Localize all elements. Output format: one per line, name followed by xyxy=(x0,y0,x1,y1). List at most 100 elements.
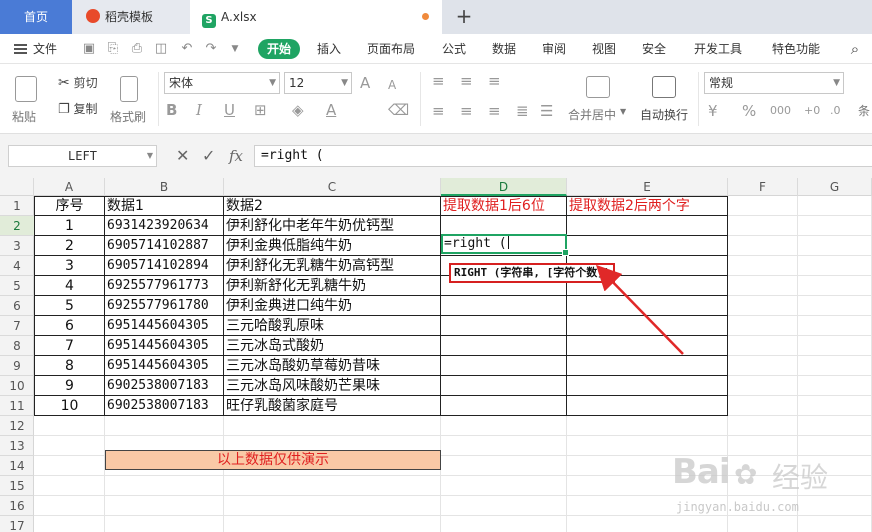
menu-formulas[interactable]: 公式 xyxy=(442,34,466,64)
decrease-decimal-icon[interactable]: .0 xyxy=(830,102,841,120)
cut-button[interactable]: ✂ 剪切 xyxy=(58,74,98,91)
cell-area[interactable]: 序号 数据1 数据2 提取数据1后6位 提取数据2后两个字 1 693142392… xyxy=(34,196,872,532)
menu-data[interactable]: 数据 xyxy=(492,34,516,64)
cell-code[interactable]: 6905714102887 xyxy=(105,236,224,256)
cell-name[interactable]: 伊利金典低脂纯牛奶 xyxy=(224,236,441,256)
cell-seq[interactable]: 5 xyxy=(34,296,105,316)
cell-seq[interactable]: 6 xyxy=(34,316,105,336)
row-header-14[interactable]: 14 xyxy=(0,456,34,476)
align-middle-icon[interactable]: ≡ xyxy=(460,72,473,90)
row-header-17[interactable]: 17 xyxy=(0,516,34,532)
clear-format-icon[interactable]: ⌫ xyxy=(388,101,409,119)
row-header-8[interactable]: 8 xyxy=(0,336,34,356)
font-color-button[interactable]: A xyxy=(326,101,336,119)
justify-icon[interactable]: ≣ xyxy=(516,102,529,120)
column-header-f[interactable]: F xyxy=(728,178,798,196)
increase-decimal-icon[interactable]: +0 xyxy=(804,102,820,120)
align-center-icon[interactable]: ≡ xyxy=(460,102,473,120)
confirm-formula-button[interactable]: ✓ xyxy=(202,145,215,167)
menu-special[interactable]: 特色功能 xyxy=(772,34,820,64)
cell-d1[interactable]: 提取数据1后6位 xyxy=(441,196,567,216)
row-header-11[interactable]: 11 xyxy=(0,396,34,416)
cancel-formula-button[interactable]: ✕ xyxy=(176,145,189,167)
bold-button[interactable]: B xyxy=(166,101,177,119)
cell-code[interactable]: 6951445604305 xyxy=(105,356,224,376)
font-name-select[interactable]: 宋体 ▼ xyxy=(164,72,280,94)
name-box[interactable]: LEFT ▼ xyxy=(8,145,157,167)
row-header-5[interactable]: 5 xyxy=(0,276,34,296)
column-header-b[interactable]: B xyxy=(105,178,224,196)
fill-color-icon[interactable]: ◈ xyxy=(292,101,304,119)
menu-page-layout[interactable]: 页面布局 xyxy=(367,34,415,64)
align-top-icon[interactable]: ≡ xyxy=(432,72,445,90)
cell-code[interactable]: 6951445604305 xyxy=(105,336,224,356)
conditional-format-button[interactable]: 条 xyxy=(858,102,870,119)
thousands-separator-icon[interactable]: 000 xyxy=(770,102,791,120)
font-size-select[interactable]: 12 ▼ xyxy=(284,72,352,94)
demo-note-cell[interactable]: 以上数据仅供演示 xyxy=(105,450,441,470)
menu-developer[interactable]: 开发工具 xyxy=(694,34,742,64)
customize-chevron-icon[interactable]: ▼ xyxy=(228,42,242,56)
cell-name[interactable]: 伊利新舒化无乳糖牛奶 xyxy=(224,276,441,296)
cell-seq[interactable]: 3 xyxy=(34,256,105,276)
cell-a1[interactable]: 序号 xyxy=(34,196,105,216)
cell-name[interactable]: 伊利舒化无乳糖牛奶高钙型 xyxy=(224,256,441,276)
column-header-d[interactable]: D xyxy=(441,178,567,196)
select-all-corner[interactable] xyxy=(0,178,34,196)
cell-name[interactable]: 三元冰岛风味酸奶芒果味 xyxy=(224,376,441,396)
format-painter-button[interactable]: 格式刷 xyxy=(108,70,154,128)
column-header-e[interactable]: E xyxy=(567,178,728,196)
column-header-g[interactable]: G xyxy=(798,178,872,196)
number-format-select[interactable]: 常规 ▼ xyxy=(704,72,844,94)
cell-seq[interactable]: 7 xyxy=(34,336,105,356)
grow-font-button[interactable]: A xyxy=(360,74,370,92)
active-cell-d2[interactable]: =right ( xyxy=(441,234,569,256)
row-header-13[interactable]: 13 xyxy=(0,436,34,456)
cell-b1[interactable]: 数据1 xyxy=(105,196,224,216)
cell-name[interactable]: 伊利舒化中老年牛奶优钙型 xyxy=(224,216,441,236)
cell-code[interactable]: 6925577961780 xyxy=(105,296,224,316)
menu-review[interactable]: 审阅 xyxy=(542,34,566,64)
cell-code[interactable]: 6925577961773 xyxy=(105,276,224,296)
menu-insert[interactable]: 插入 xyxy=(317,34,341,64)
percent-button[interactable]: % xyxy=(742,102,756,120)
save-icon[interactable]: ▣ xyxy=(82,42,96,56)
cell-name[interactable]: 三元冰岛酸奶草莓奶昔味 xyxy=(224,356,441,376)
cell-seq[interactable]: 2 xyxy=(34,236,105,256)
tab-file[interactable]: S A.xlsx xyxy=(190,0,442,34)
menu-view[interactable]: 视图 xyxy=(592,34,616,64)
row-header-16[interactable]: 16 xyxy=(0,496,34,516)
align-bottom-icon[interactable]: ≡ xyxy=(488,72,501,90)
cell-seq[interactable]: 1 xyxy=(34,216,105,236)
undo-icon[interactable]: ↶ xyxy=(180,42,194,56)
tab-home[interactable]: 首页 xyxy=(0,0,72,34)
currency-icon[interactable]: ¥ xyxy=(708,102,718,120)
shrink-font-button[interactable]: A xyxy=(388,76,396,94)
row-header-7[interactable]: 7 xyxy=(0,316,34,336)
cell-name[interactable]: 三元冰岛式酸奶 xyxy=(224,336,441,356)
redo-icon[interactable]: ↷ xyxy=(204,42,218,56)
search-icon[interactable]: ⌕ xyxy=(848,42,862,57)
column-header-a[interactable]: A xyxy=(34,178,105,196)
cell-name[interactable]: 旺仔乳酸菌家庭号 xyxy=(224,396,441,416)
cell-code[interactable]: 6931423920634 xyxy=(105,216,224,236)
tab-templates[interactable]: 稻壳模板 xyxy=(72,0,190,34)
distributed-icon[interactable]: ☰ xyxy=(540,102,553,120)
cell-code[interactable]: 6902538007183 xyxy=(105,376,224,396)
underline-button[interactable]: U xyxy=(224,101,235,119)
row-header-12[interactable]: 12 xyxy=(0,416,34,436)
row-header-4[interactable]: 4 xyxy=(0,256,34,276)
cell-seq[interactable]: 10 xyxy=(34,396,105,416)
copy-button[interactable]: ❐ 复制 xyxy=(58,100,98,117)
menu-start[interactable]: 开始 xyxy=(258,39,300,59)
cell-c1[interactable]: 数据2 xyxy=(224,196,441,216)
border-icon[interactable]: ⊞ xyxy=(254,101,267,119)
menu-security[interactable]: 安全 xyxy=(642,34,666,64)
merge-center-button[interactable]: 合并居中 ▼ xyxy=(568,70,630,128)
column-header-c[interactable]: C xyxy=(224,178,441,196)
menu-file[interactable]: 文件 xyxy=(14,34,57,64)
paste-button[interactable]: 粘贴 xyxy=(8,70,48,128)
row-header-15[interactable]: 15 xyxy=(0,476,34,496)
row-header-9[interactable]: 9 xyxy=(0,356,34,376)
print-icon[interactable]: ⎙ xyxy=(130,42,144,56)
